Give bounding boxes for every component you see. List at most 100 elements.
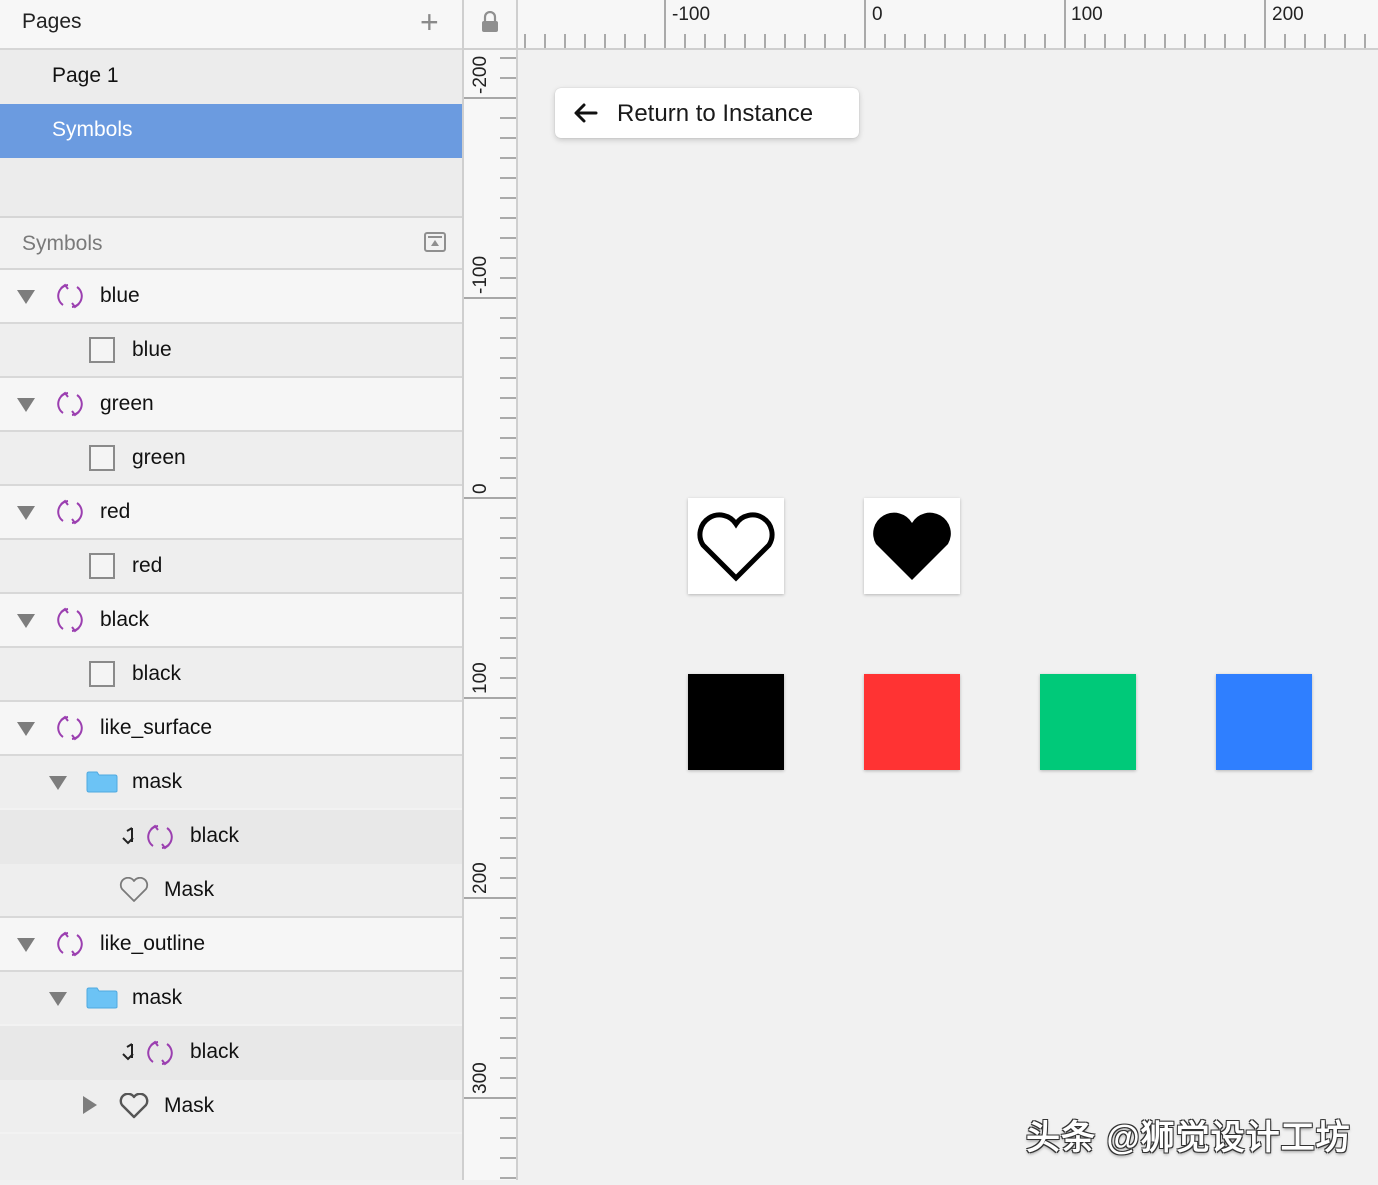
layer-label: mask	[132, 986, 183, 1009]
layer-row-masked-symbol-black[interactable]: black	[0, 810, 462, 864]
layers-title: Symbols	[22, 232, 103, 255]
canvas[interactable]: Return to Instance 头条 @狮觉设计工坊	[518, 50, 1378, 1180]
disclosure-down-icon[interactable]	[17, 506, 35, 520]
artboard-like-outline[interactable]	[688, 498, 784, 594]
swatch-blue[interactable]	[1216, 674, 1312, 770]
layer-label: like_outline	[100, 932, 206, 955]
swatch-green[interactable]	[1040, 674, 1136, 770]
pages-header: Pages +	[0, 0, 462, 50]
layer-row-rectangle-black[interactable]: black	[0, 648, 462, 702]
layer-row-symbol-black[interactable]: black	[0, 594, 462, 648]
layer-label: blue	[100, 284, 140, 307]
layer-row-symbol-blue[interactable]: blue	[0, 270, 462, 324]
disclosure-down-icon[interactable]	[17, 614, 35, 628]
horizontal-ruler[interactable]: -100 0 100 200	[518, 0, 1378, 50]
layer-label: black	[190, 1040, 240, 1063]
disclosure-down-icon[interactable]	[17, 722, 35, 736]
layer-label: black	[100, 608, 150, 631]
layer-row-masked-symbol-black[interactable]: black	[0, 1026, 462, 1080]
layer-row-mask-shape[interactable]: Mask	[0, 1080, 462, 1132]
symbol-icon	[57, 607, 83, 633]
layer-row-symbol-like-surface[interactable]: like_surface	[0, 702, 462, 756]
layer-label: blue	[132, 338, 172, 361]
layer-label: mask	[132, 770, 183, 793]
disclosure-down-icon[interactable]	[17, 398, 35, 412]
layers-sidebar: Pages + Page 1 Symbols Symbols blue blue…	[0, 0, 464, 1180]
symbol-icon	[57, 283, 83, 309]
ruler-label: 200	[470, 862, 491, 894]
vertical-ruler[interactable]: -200 -100 0 100 200 300	[464, 50, 518, 1180]
ruler-label: 100	[470, 662, 491, 694]
layer-label: Mask	[164, 878, 215, 901]
heart-outline-icon	[119, 877, 149, 902]
disclosure-down-icon[interactable]	[49, 776, 67, 790]
layer-row-group-mask[interactable]: mask	[0, 756, 462, 808]
page-item-page-1[interactable]: Page 1	[0, 50, 462, 104]
symbol-icon	[147, 824, 173, 850]
disclosure-down-icon[interactable]	[17, 290, 35, 304]
rectangle-layer-icon	[89, 553, 115, 579]
ruler-label: -100	[672, 4, 711, 25]
layer-row-rectangle-blue[interactable]: blue	[0, 324, 462, 378]
layer-row-mask-shape[interactable]: Mask	[0, 864, 462, 918]
layer-label: green	[100, 392, 154, 415]
layer-row-rectangle-red[interactable]: red	[0, 540, 462, 594]
layers-header: Symbols	[0, 218, 462, 270]
layer-row-group-mask[interactable]: mask	[0, 972, 462, 1024]
symbol-icon	[147, 1040, 173, 1066]
vertical-ruler-ticks	[464, 57, 516, 1179]
heart-filled-icon	[873, 512, 951, 580]
plus-icon[interactable]: +	[420, 6, 439, 38]
horizontal-ruler-ticks	[524, 0, 1366, 48]
rectangle-layer-icon	[89, 337, 115, 363]
rectangle-layer-icon	[89, 445, 115, 471]
folder-icon	[86, 771, 118, 793]
layer-label: green	[132, 446, 186, 469]
ruler-corner	[464, 0, 518, 50]
ruler-label: 0	[470, 483, 491, 494]
ruler-label: 300	[470, 1062, 491, 1094]
page-item-label: Symbols	[52, 118, 133, 141]
rectangle-layer-icon	[89, 661, 115, 687]
folder-icon	[86, 987, 118, 1009]
ruler-label: 100	[1071, 4, 1103, 25]
mask-arrow-icon	[122, 1043, 134, 1061]
layers-empty-area	[0, 1134, 462, 1180]
swatch-black[interactable]	[688, 674, 784, 770]
disclosure-down-icon[interactable]	[49, 992, 67, 1006]
disclosure-right-icon[interactable]	[83, 1096, 97, 1114]
mask-arrow-icon	[122, 827, 134, 845]
symbol-icon	[57, 391, 83, 417]
ruler-label: 0	[872, 4, 883, 25]
heart-outline-icon	[697, 512, 775, 582]
ruler-label: 200	[1272, 4, 1304, 25]
page-item-symbols[interactable]: Symbols	[0, 104, 462, 158]
layer-label: black	[190, 824, 240, 847]
heart-outline-icon	[119, 1093, 149, 1119]
page-item-label: Page 1	[52, 64, 119, 87]
symbol-icon	[57, 931, 83, 957]
layer-row-rectangle-green[interactable]: green	[0, 432, 462, 486]
watermark: 头条 @狮觉设计工坊	[1026, 1119, 1351, 1157]
swatch-red[interactable]	[864, 674, 960, 770]
layer-row-symbol-like-outline[interactable]: like_outline	[0, 918, 462, 972]
layer-row-symbol-red[interactable]: red	[0, 486, 462, 540]
disclosure-down-icon[interactable]	[17, 938, 35, 952]
arrow-left-icon	[574, 103, 598, 123]
layer-label: black	[132, 662, 182, 685]
layer-label: Mask	[164, 1094, 215, 1117]
ruler-label: -100	[470, 255, 491, 294]
return-to-instance-label: Return to Instance	[617, 100, 814, 127]
layer-label: like_surface	[100, 716, 213, 739]
pages-list-empty-area	[0, 158, 462, 218]
symbol-icon	[57, 499, 83, 525]
layer-row-symbol-green[interactable]: green	[0, 378, 462, 432]
symbol-icon	[57, 715, 83, 741]
return-to-instance-button[interactable]: Return to Instance	[555, 88, 859, 138]
artboard-like-surface[interactable]	[864, 498, 960, 594]
lock-icon[interactable]	[481, 11, 499, 33]
collapse-panel-icon[interactable]	[424, 232, 446, 252]
layer-label: red	[132, 554, 163, 577]
ruler-label: -200	[470, 55, 491, 94]
pages-title: Pages	[22, 10, 82, 33]
